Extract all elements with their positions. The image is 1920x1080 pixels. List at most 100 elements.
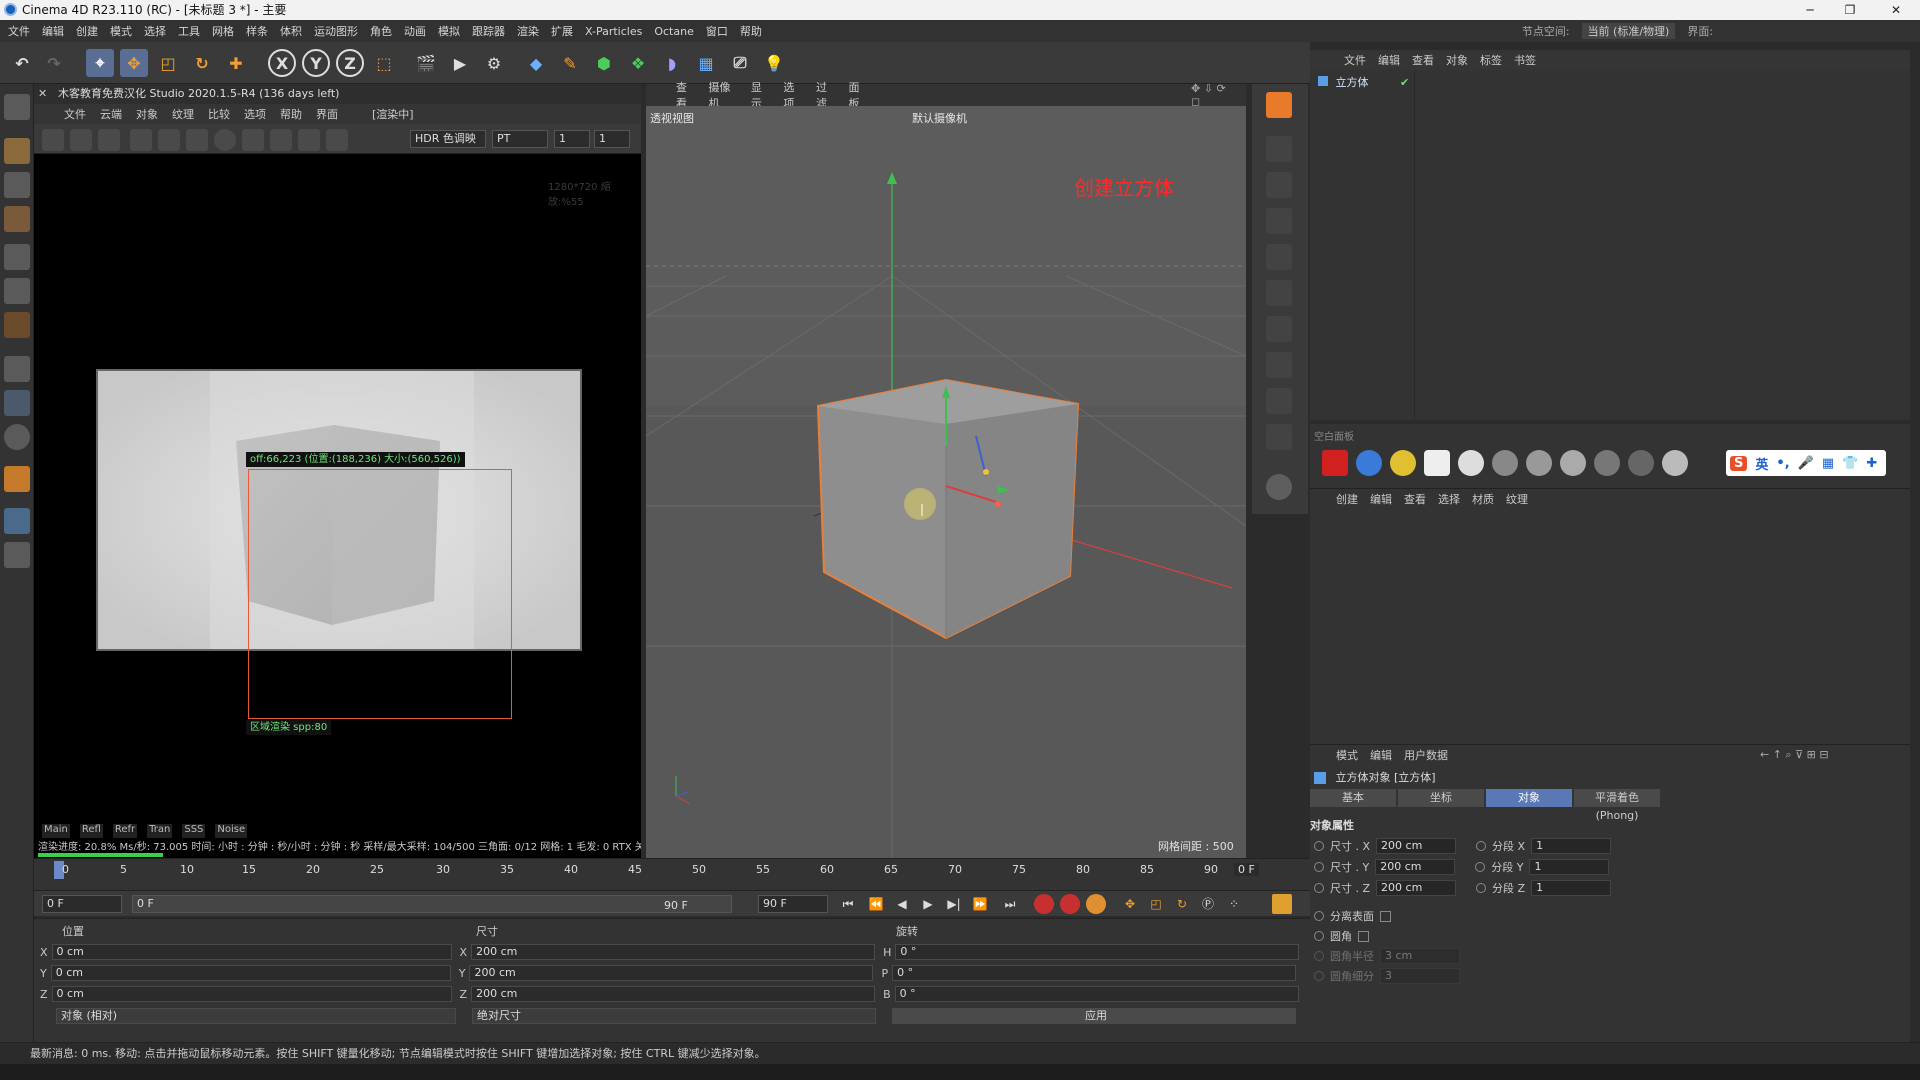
anim-radio[interactable] bbox=[1314, 883, 1324, 893]
menu-edit[interactable]: 编辑 bbox=[42, 23, 64, 39]
minimize-button[interactable]: ─ bbox=[1790, 0, 1830, 20]
send-scene-icon[interactable] bbox=[42, 129, 64, 151]
size-y-field[interactable]: 200 cm bbox=[469, 965, 874, 981]
menu-extensions[interactable]: 扩展 bbox=[551, 23, 573, 39]
fillet-checkbox[interactable] bbox=[1358, 930, 1369, 942]
anim-radio[interactable] bbox=[1476, 841, 1487, 851]
camera-icon[interactable]: ⎚ bbox=[726, 49, 754, 77]
close-icon[interactable]: ✕ bbox=[38, 87, 47, 100]
rotation-h-field[interactable]: 0 ° bbox=[895, 944, 1300, 960]
om-menu-edit[interactable]: 编辑 bbox=[1378, 52, 1400, 68]
lv-field-1[interactable]: 1 bbox=[554, 130, 590, 148]
polygon-mode-icon[interactable] bbox=[4, 312, 30, 338]
side-tool-5-icon[interactable] bbox=[1266, 280, 1292, 306]
key-parameter-icon[interactable]: Ⓟ bbox=[1198, 894, 1218, 914]
redo-icon[interactable]: ↷ bbox=[40, 49, 68, 77]
render-settings-icon[interactable]: ⚙ bbox=[480, 49, 508, 77]
menu-character[interactable]: 角色 bbox=[370, 23, 392, 39]
am-menu-mode[interactable]: 模式 bbox=[1336, 747, 1358, 763]
anim-radio[interactable] bbox=[1475, 862, 1486, 872]
side-tool-6-icon[interactable] bbox=[1266, 316, 1292, 342]
menu-octane[interactable]: Octane bbox=[654, 25, 694, 38]
diffuse-material-icon[interactable] bbox=[1492, 450, 1518, 476]
next-frame-icon[interactable]: ▶| bbox=[944, 894, 964, 914]
current-frame-field[interactable]: 0 F bbox=[1234, 863, 1259, 876]
clay-mode-icon[interactable] bbox=[270, 129, 292, 151]
viewport-camera-label[interactable]: 默认摄像机 bbox=[912, 110, 967, 126]
universal-material-icon[interactable] bbox=[1662, 450, 1688, 476]
ime-punct-icon[interactable]: •, bbox=[1776, 456, 1789, 471]
specular-material-icon[interactable] bbox=[1560, 450, 1586, 476]
prev-key-icon[interactable]: ⏪ bbox=[866, 894, 886, 914]
rotate-tool-icon[interactable]: ↻ bbox=[188, 49, 216, 77]
hdr-tonemap-dropdown[interactable]: HDR 色调映 bbox=[410, 130, 486, 148]
cube-object-icon[interactable]: ◆ bbox=[522, 49, 550, 77]
end-frame-field[interactable]: 90 F bbox=[758, 895, 828, 913]
lv-menu-object[interactable]: 对象 bbox=[136, 106, 158, 122]
edge-mode-icon[interactable] bbox=[4, 278, 30, 304]
prev-frame-icon[interactable]: ◀ bbox=[892, 894, 912, 914]
lv-menu-cloud[interactable]: 云端 bbox=[100, 106, 122, 122]
record-keys-icon[interactable] bbox=[1034, 894, 1054, 914]
side-tool-4-icon[interactable] bbox=[1266, 244, 1292, 270]
autokey-icon[interactable] bbox=[1060, 894, 1080, 914]
pass-tab-main[interactable]: Main bbox=[42, 824, 70, 838]
move-tool-icon[interactable]: ✥ bbox=[120, 49, 148, 77]
render-picture-viewer-icon[interactable]: ▶ bbox=[446, 49, 474, 77]
make-editable-icon[interactable] bbox=[4, 94, 30, 120]
menu-spline[interactable]: 样条 bbox=[246, 23, 268, 39]
object-name[interactable]: 立方体 bbox=[1336, 76, 1369, 89]
side-tool-9-icon[interactable] bbox=[1266, 424, 1292, 450]
mm-menu-view[interactable]: 查看 bbox=[1404, 491, 1426, 507]
pass-tab-sss[interactable]: SSS bbox=[182, 824, 206, 838]
side-tool-1-icon[interactable] bbox=[1266, 136, 1292, 162]
render-view-icon[interactable]: 🎬 bbox=[412, 49, 440, 77]
menu-window[interactable]: 窗口 bbox=[706, 23, 728, 39]
grid-workplane-icon[interactable] bbox=[4, 508, 30, 534]
region-render-icon[interactable] bbox=[130, 129, 152, 151]
am-menu-userdata[interactable]: 用户数据 bbox=[1404, 747, 1448, 763]
workplane-icon[interactable] bbox=[4, 206, 30, 232]
key-position-icon[interactable]: ✥ bbox=[1120, 894, 1140, 914]
menu-select[interactable]: 选择 bbox=[144, 23, 166, 39]
separate-surfaces-checkbox[interactable] bbox=[1380, 910, 1391, 922]
apply-button[interactable]: 应用 bbox=[892, 1008, 1296, 1024]
ime-keyboard-icon[interactable]: ▦ bbox=[1822, 456, 1834, 471]
coordinate-system-icon[interactable]: ⬚ bbox=[370, 49, 398, 77]
om-menu-view[interactable]: 查看 bbox=[1412, 52, 1434, 68]
close-button[interactable]: ✕ bbox=[1876, 0, 1916, 20]
menu-mode[interactable]: 模式 bbox=[110, 23, 132, 39]
settings-gear-icon[interactable] bbox=[158, 129, 180, 151]
rotation-p-field[interactable]: 0 ° bbox=[892, 965, 1297, 981]
glossy-material-icon[interactable] bbox=[1526, 450, 1552, 476]
ime-skin-icon[interactable]: 👕 bbox=[1842, 456, 1858, 471]
anim-radio[interactable] bbox=[1314, 911, 1324, 921]
layout-toggle-icon[interactable] bbox=[1266, 92, 1292, 118]
size-y-field[interactable]: 200 cm bbox=[1375, 859, 1456, 875]
tab-coord[interactable]: 坐标 bbox=[1398, 789, 1484, 807]
viewport-nav-icons[interactable]: ✥ ⇩ ⟳ ◻ bbox=[1191, 82, 1233, 108]
ime-tools-icon[interactable]: ✚ bbox=[1866, 456, 1877, 471]
menu-mesh[interactable]: 网格 bbox=[212, 23, 234, 39]
menu-simulate[interactable]: 模拟 bbox=[438, 23, 460, 39]
timeline-layout-icon[interactable] bbox=[1272, 894, 1292, 914]
menu-create[interactable]: 创建 bbox=[76, 23, 98, 39]
menu-help[interactable]: 帮助 bbox=[740, 23, 762, 39]
key-rotation-icon[interactable]: ↻ bbox=[1172, 894, 1192, 914]
seg-x-field[interactable]: 1 bbox=[1531, 838, 1612, 854]
mm-menu-material[interactable]: 材质 bbox=[1472, 491, 1494, 507]
anim-radio[interactable] bbox=[1314, 931, 1324, 941]
position-y-field[interactable]: 0 cm bbox=[50, 965, 451, 981]
anim-radio[interactable] bbox=[1314, 862, 1324, 872]
om-menu-bookmarks[interactable]: 书签 bbox=[1514, 52, 1536, 68]
pick-focus-icon[interactable] bbox=[298, 129, 320, 151]
octane-target-icon[interactable] bbox=[1458, 450, 1484, 476]
tab-object[interactable]: 对象 bbox=[1486, 789, 1572, 807]
ime-language-label[interactable]: 英 bbox=[1755, 454, 1768, 473]
subdivision-icon[interactable]: ⬢ bbox=[590, 49, 618, 77]
mix-material-icon[interactable] bbox=[1594, 450, 1620, 476]
size-z-field[interactable]: 200 cm bbox=[1376, 880, 1457, 896]
live-selection-icon[interactable]: ⌖ bbox=[86, 49, 114, 77]
om-menu-object[interactable]: 对象 bbox=[1446, 52, 1468, 68]
pass-tab-noise[interactable]: Noise bbox=[215, 824, 248, 838]
